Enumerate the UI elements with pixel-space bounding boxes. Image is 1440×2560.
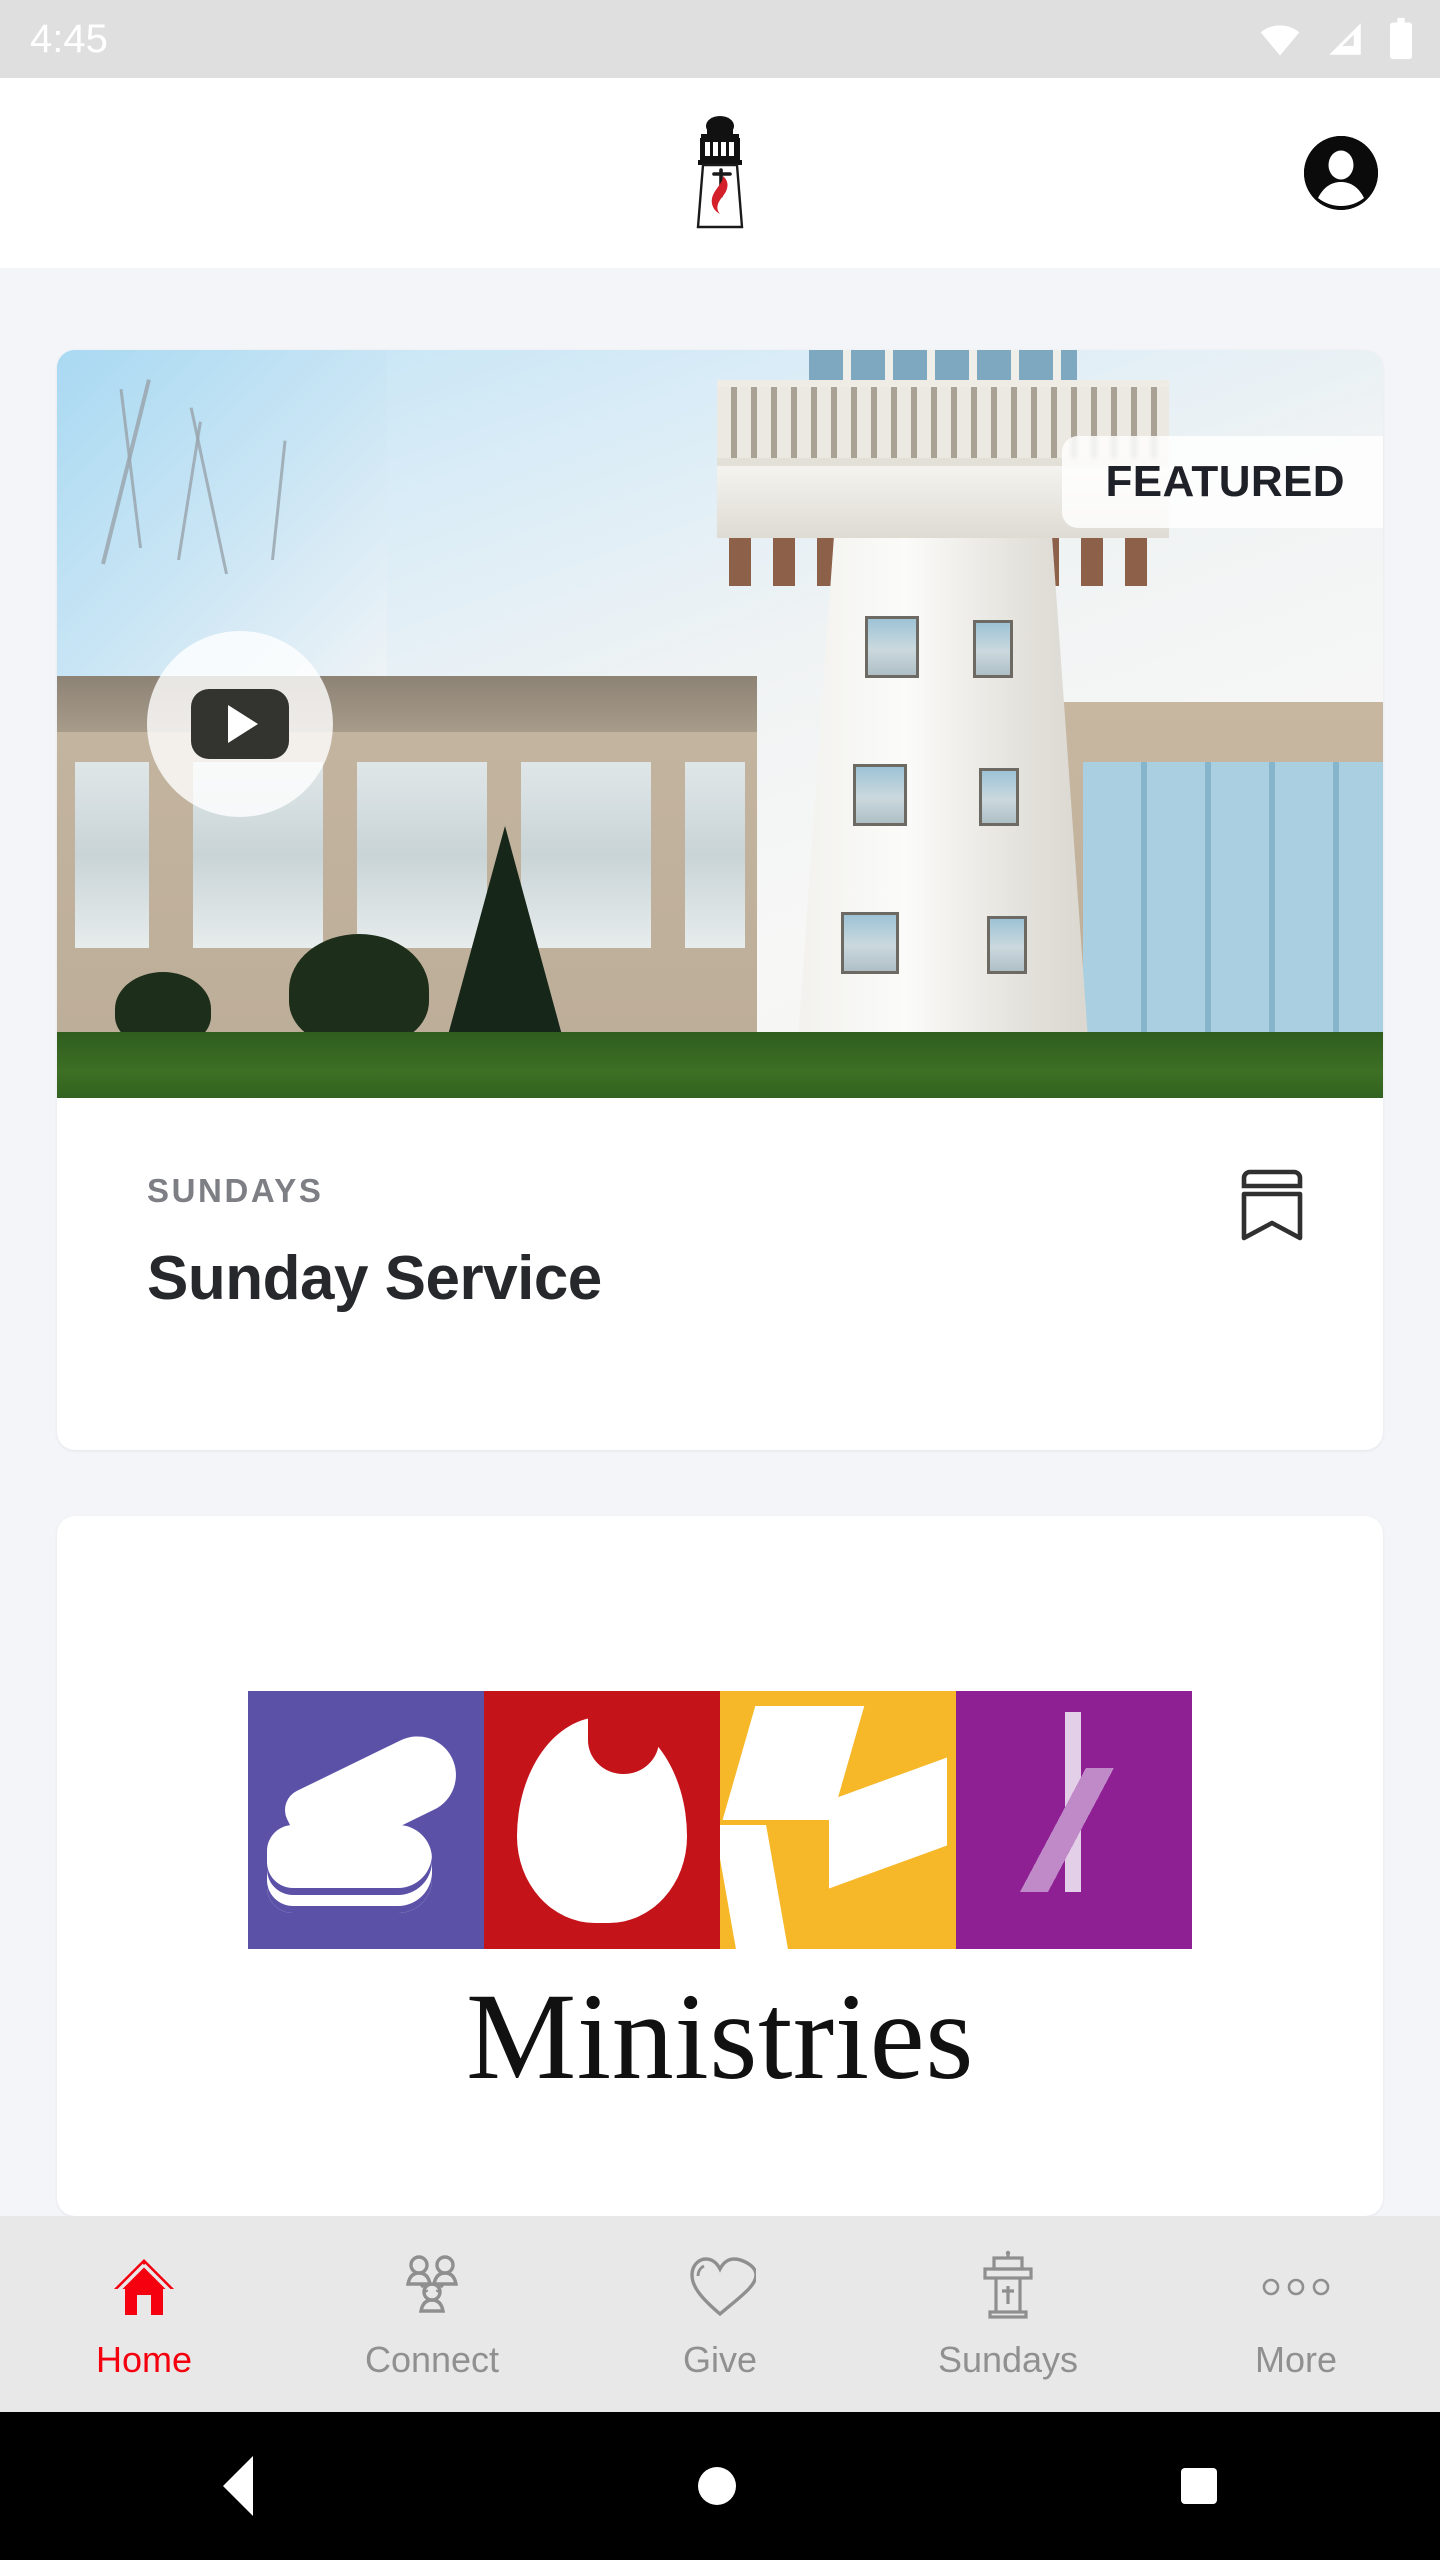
play-triangle <box>228 705 258 743</box>
building-window <box>521 762 651 948</box>
people-icon <box>395 2250 469 2324</box>
tower-window <box>987 916 1027 974</box>
building-window <box>357 762 487 948</box>
play-video-button[interactable] <box>147 631 333 817</box>
lighthouse-icon <box>974 2250 1042 2324</box>
glass-atrium <box>1083 762 1383 1032</box>
person-icon <box>1304 136 1378 210</box>
tower-window <box>979 768 1019 826</box>
hand-lower <box>266 1825 433 1913</box>
heart-notch <box>587 1706 659 1774</box>
tower-window <box>841 912 899 974</box>
app-header <box>0 78 1440 268</box>
tab-home[interactable]: Home <box>0 2216 288 2412</box>
tab-connect[interactable]: Connect <box>288 2216 576 2412</box>
back-button[interactable] <box>222 2456 253 2516</box>
dove-body <box>720 1825 788 1949</box>
ministries-logo <box>248 1691 1192 1949</box>
bottom-tab-bar[interactable]: Home Connect Give Sundays More <box>0 2216 1440 2412</box>
tower-window <box>853 764 907 826</box>
tab-more[interactable]: More <box>1152 2216 1440 2412</box>
tab-sundays-label: Sundays <box>937 2339 1079 2380</box>
cross-shadow <box>998 1768 1126 1903</box>
sermon-card-body: SUNDAYS Sunday Service <box>57 1098 1383 1450</box>
app-screen: 4:45 FEATURED SUNDAYS Sunday Service Min… <box>0 0 1440 2560</box>
sermon-title: Sunday Service <box>147 1244 602 1313</box>
recents-button[interactable] <box>1181 2468 1218 2504</box>
ministries-wordmark: Ministries <box>466 1968 974 2105</box>
dove-panel <box>720 1691 956 1949</box>
ministries-card[interactable]: Ministries <box>57 1516 1383 2216</box>
home-feed[interactable]: FEATURED SUNDAYS Sunday Service Ministri… <box>0 268 1440 2216</box>
sermon-thumbnail-image[interactable]: FEATURED <box>57 350 1383 1098</box>
featured-badge-label: FEATURED <box>1105 457 1345 506</box>
tab-give[interactable]: Give <box>576 2216 864 2412</box>
dove-wing-lower <box>828 1757 947 1888</box>
wifi-icon <box>1260 25 1300 56</box>
more-dots-icon <box>1259 2250 1333 2324</box>
bookmark-button[interactable] <box>1239 1168 1305 1242</box>
lantern-room <box>809 350 1077 380</box>
bookmark-icon <box>1241 1169 1303 1241</box>
status-icon-group <box>1258 17 1414 61</box>
account-avatar[interactable] <box>1304 136 1378 210</box>
building-window <box>75 762 149 948</box>
tab-connect-label: Connect <box>364 2339 500 2380</box>
tab-more-label: More <box>1254 2339 1338 2380</box>
shrub <box>289 934 429 1046</box>
heart-panel <box>484 1691 720 1949</box>
lawn <box>57 1032 1383 1098</box>
play-icon <box>191 689 289 759</box>
tab-sundays[interactable]: Sundays <box>864 2216 1152 2412</box>
android-nav-bar[interactable] <box>0 2412 1440 2560</box>
sky-region <box>57 350 387 680</box>
battery-icon <box>1390 17 1412 60</box>
tower-window <box>865 616 919 678</box>
tab-home-label: Home <box>95 2339 193 2380</box>
status-time: 4:45 <box>30 17 108 61</box>
hands-panel <box>248 1691 484 1949</box>
tab-give-label: Give <box>682 2339 758 2380</box>
home-button[interactable] <box>697 2467 736 2505</box>
cellular-signal-icon <box>1329 23 1361 55</box>
heart-icon <box>684 2250 756 2324</box>
ministries-logo-block: Ministries <box>57 1516 1383 2216</box>
status-bar: 4:45 <box>0 0 1440 78</box>
cross-base <box>974 1892 1174 1949</box>
lighthouse-cross-flame-logo <box>696 116 744 229</box>
featured-badge: FEATURED <box>1061 436 1383 528</box>
featured-sermon-card[interactable]: FEATURED SUNDAYS Sunday Service <box>57 350 1383 1450</box>
tower-window <box>973 620 1013 678</box>
cross-panel <box>956 1691 1192 1949</box>
sermon-series-label: SUNDAYS <box>147 1172 324 1209</box>
building-window <box>685 762 745 948</box>
home-icon <box>108 2250 180 2324</box>
